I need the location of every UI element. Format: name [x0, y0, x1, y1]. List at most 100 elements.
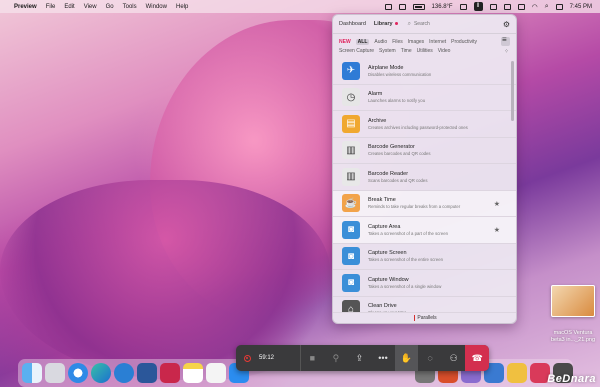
menu-app-name[interactable]: Preview — [14, 4, 37, 10]
clock-text[interactable]: 7:45 PM — [570, 4, 592, 10]
safari-icon[interactable] — [68, 363, 88, 383]
tool-row[interactable]: ◙ Capture Area Takes a screenshot of a par… — [333, 217, 516, 244]
tool-name: Airplane Mode — [368, 64, 404, 71]
tool-text: Barcode Generator Creates barcodes and QR… — [368, 144, 431, 156]
edge-icon[interactable] — [91, 363, 111, 383]
file-label: macOS Ventura beta3 in..._21.png — [546, 330, 600, 344]
menu-bar: Preview File Edit View Go Tools Window H… — [0, 0, 600, 13]
camera-window-icon: ◙ — [342, 273, 360, 292]
camera-area-icon: ◙ — [342, 220, 360, 239]
category-new[interactable]: NEW — [339, 39, 351, 45]
menu-window[interactable]: Window — [146, 4, 167, 10]
tool-description: Launches alarms to notify you — [368, 98, 426, 103]
tool-row[interactable]: ⌂ Clean Drive Cleans up your Mac — [333, 297, 516, 313]
parallels-toolbox-icon[interactable]: ǁ — [473, 2, 483, 11]
calendar-icon[interactable] — [206, 363, 226, 383]
archive-box-icon: ▤ — [342, 114, 360, 133]
category-system[interactable]: System — [379, 48, 396, 54]
favorite-star-icon[interactable]: ★ — [494, 200, 500, 208]
camera-off-icon[interactable]: ■ — [301, 345, 325, 371]
barcode-reader-icon: ▥ — [342, 167, 360, 186]
category-utilities[interactable]: Utilities — [417, 48, 433, 54]
watermark-logo: BeDnara — [547, 373, 596, 385]
status-screen-icon[interactable] — [398, 3, 406, 10]
list-view-icon[interactable] — [501, 35, 510, 46]
tool-name: Capture Area — [368, 223, 401, 230]
tab-library[interactable]: Library — [374, 21, 398, 27]
search-icon[interactable]: ⌕ — [545, 3, 549, 11]
search-box[interactable]: ⌕ — [408, 19, 480, 30]
menu-view[interactable]: View — [84, 4, 97, 10]
favorite-star-icon[interactable]: ★ — [494, 226, 500, 234]
file-thumbnail — [551, 285, 595, 317]
battery-icon[interactable] — [412, 3, 425, 10]
category-video[interactable]: Video — [438, 48, 451, 54]
category-time[interactable]: Time — [401, 48, 412, 54]
tool-text: Break Time Reminds to take regular breaks… — [368, 197, 460, 209]
menu-edit[interactable]: Edit — [64, 4, 74, 10]
tool-name: Clean Drive — [368, 303, 397, 310]
status-bars-icon[interactable] — [459, 3, 467, 10]
participants-icon[interactable]: ⚇ — [442, 345, 466, 371]
status-area: 136.8°F ǁ ◠ ⌕ 7:45 PM — [384, 0, 592, 13]
gear-icon[interactable]: ⚙ — [503, 20, 510, 29]
category-images[interactable]: Images — [408, 39, 424, 45]
menu-help[interactable]: Help — [176, 4, 188, 10]
tool-row[interactable]: ◙ Capture Screen Takes a screenshot of the… — [333, 244, 516, 270]
recording-indicator[interactable]: 59:12 — [236, 345, 301, 371]
category-screen-capture[interactable]: Screen Capture — [339, 48, 374, 54]
drag-handle-icon[interactable]: ⁘ — [504, 48, 509, 55]
word-icon[interactable] — [137, 363, 157, 383]
menu-go[interactable]: Go — [106, 4, 114, 10]
menu-file[interactable]: File — [46, 4, 56, 10]
tool-row[interactable]: ▥ Barcode Reader Scans barcodes and QR cod… — [333, 164, 516, 191]
record-icon — [244, 354, 251, 362]
status-cloud-icon[interactable] — [384, 3, 392, 10]
tool-row[interactable]: ☕ Break Time Reminds to take regular break… — [333, 190, 516, 217]
category-files[interactable]: Files — [392, 39, 403, 45]
share-screen-icon[interactable]: ⇪ — [348, 345, 372, 371]
category-internet[interactable]: Internet — [429, 39, 446, 45]
launchpad-icon[interactable] — [45, 363, 65, 383]
footer-brand: Parallels — [417, 315, 437, 321]
tool-text: Capture Area Takes a screenshot of a part… — [368, 224, 448, 236]
control-center-icon[interactable] — [555, 3, 563, 10]
wifi-icon[interactable]: ◠ — [532, 3, 538, 11]
status-grid-icon[interactable] — [489, 3, 497, 10]
search-input[interactable] — [413, 21, 474, 27]
tab-dashboard[interactable]: Dashboard — [339, 21, 366, 27]
temperature-text[interactable]: 136.8°F — [432, 4, 453, 10]
desktop-file[interactable]: macOS Ventura beta3 in..._21.png — [546, 285, 600, 344]
mic-off-icon[interactable]: ⚲ — [324, 345, 348, 371]
status-layers-icon[interactable] — [517, 3, 525, 10]
category-audio[interactable]: Audio — [374, 39, 387, 45]
category-productivity[interactable]: Productivity — [451, 39, 477, 45]
raise-hand-icon[interactable]: ✋ — [394, 345, 419, 371]
tool-description: Reminds to take regular breaks from a co… — [368, 204, 461, 209]
chat-icon[interactable]: ◌ — [418, 345, 442, 371]
menu-tools[interactable]: Tools — [123, 4, 137, 10]
category-all[interactable]: ALL — [355, 38, 370, 45]
tool-row[interactable]: ◙ Capture Window Takes a screenshot of a s… — [333, 270, 516, 297]
tool-name: Capture Screen — [368, 250, 407, 257]
app-icon[interactable] — [160, 363, 180, 383]
tool-row[interactable]: ▥ Barcode Generator Creates barcodes and Q… — [333, 138, 516, 164]
tool-name: Barcode Generator — [368, 144, 415, 151]
scrollbar[interactable] — [511, 61, 514, 121]
tool-description: Scans barcodes and QR codes — [368, 177, 428, 183]
more-options-icon[interactable]: ••• — [371, 345, 395, 371]
tool-row[interactable]: ▤ Archive Creates archives including passw… — [333, 111, 516, 138]
app-icon[interactable] — [507, 363, 527, 383]
browser-icon[interactable] — [114, 363, 134, 383]
tool-text: Capture Window Takes a screenshot of a si… — [368, 277, 441, 289]
tool-name: Alarm — [368, 91, 383, 98]
finder-icon[interactable] — [22, 363, 42, 383]
camera-screen-icon: ◙ — [342, 247, 360, 266]
tool-name: Break Time — [368, 197, 396, 204]
tool-row[interactable]: ◷ Alarm Launches alarms to notify you — [333, 85, 516, 111]
end-call-button[interactable]: ☎ — [465, 345, 489, 371]
tool-row[interactable]: ✈ Airplane Mode Disables wireless communic… — [333, 58, 516, 85]
tool-name: Barcode Reader — [368, 170, 409, 177]
notes-icon[interactable] — [183, 363, 203, 383]
status-cast-icon[interactable] — [503, 3, 511, 10]
